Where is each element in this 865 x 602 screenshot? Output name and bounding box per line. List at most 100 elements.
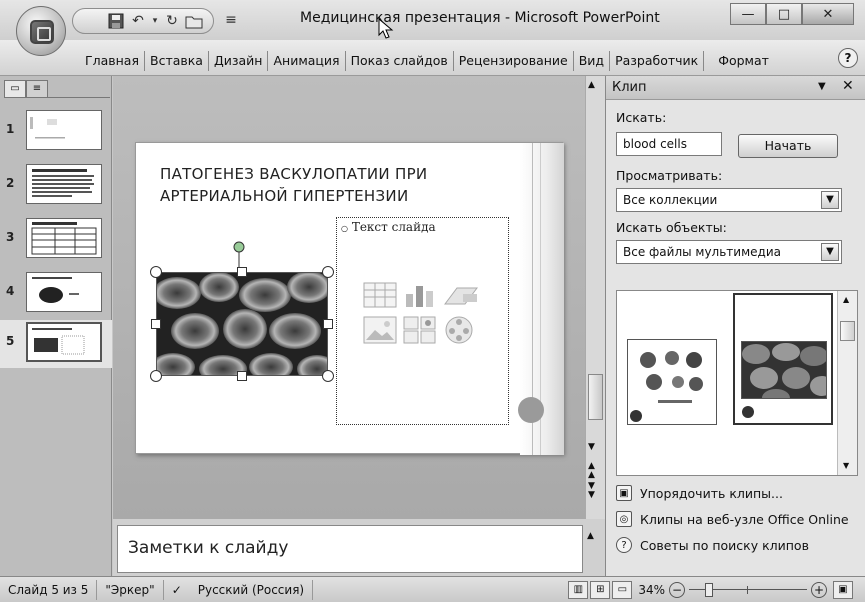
- zoom-slider[interactable]: [689, 582, 807, 598]
- help-icon[interactable]: ?: [838, 48, 858, 68]
- slide-scrollbar[interactable]: ▲ ▼ ▲ ▲ ▼ ▼: [585, 76, 605, 519]
- organize-clips-link[interactable]: ▣ Упорядочить клипы...: [616, 482, 783, 504]
- scroll-thumb[interactable]: [588, 374, 603, 420]
- outline-tab[interactable]: ≡: [26, 80, 48, 98]
- minimize-icon: —: [741, 6, 755, 22]
- next-slide-icon[interactable]: ▼ ▼: [588, 482, 595, 500]
- open-folder-icon[interactable]: [185, 12, 203, 30]
- resize-handle[interactable]: [151, 319, 161, 329]
- slide-thumbnail[interactable]: [26, 164, 102, 204]
- office-button[interactable]: [16, 6, 66, 56]
- slide-title[interactable]: Патогенез васкулопатии при артериальной …: [160, 163, 460, 207]
- fit-to-window-icon[interactable]: ▣: [833, 580, 853, 599]
- zoom-level[interactable]: 34%: [634, 583, 669, 597]
- types-label: Искать объекты:: [616, 220, 727, 235]
- undo-icon[interactable]: ↶: [129, 12, 147, 30]
- resize-handle[interactable]: [322, 370, 334, 382]
- clip-result-item-selected[interactable]: [733, 293, 833, 425]
- tab-view[interactable]: Вид: [574, 51, 611, 71]
- quick-access-toolbar: ↶ ▾ ↻: [72, 8, 214, 34]
- tab-insert[interactable]: Вставка: [145, 51, 209, 71]
- search-tips-link[interactable]: ? Советы по поиску клипов: [616, 534, 809, 556]
- scroll-down-icon[interactable]: ▼: [588, 442, 595, 452]
- slide-thumbnail[interactable]: [26, 110, 102, 150]
- resize-handle[interactable]: [150, 266, 162, 278]
- chevron-down-icon[interactable]: ▼: [821, 191, 839, 209]
- slide[interactable]: Патогенез васкулопатии при артериальной …: [135, 142, 564, 455]
- insert-picture-icon[interactable]: [363, 316, 397, 344]
- language-indicator[interactable]: Русский (Россия): [190, 579, 314, 600]
- media-types-value: Все файлы мультимедиа: [623, 245, 781, 259]
- minimize-button[interactable]: —: [730, 3, 766, 25]
- slide-thumb-row[interactable]: 1: [0, 108, 112, 154]
- undo-dropdown-icon[interactable]: ▾: [151, 12, 159, 30]
- office-online-link[interactable]: ◎ Клипы на веб-узле Office Online: [616, 508, 849, 530]
- placeholder-text: Текст слайда: [351, 220, 436, 234]
- slides-tab[interactable]: ▭: [4, 80, 26, 98]
- slide-counter: Слайд 5 из 5: [0, 579, 98, 600]
- search-tips-label: Советы по поиску клипов: [640, 537, 809, 553]
- maximize-button[interactable]: □: [766, 3, 802, 25]
- chevron-down-icon[interactable]: ▼: [821, 243, 839, 261]
- blood-cells-image[interactable]: [156, 272, 328, 376]
- resize-handle[interactable]: [150, 370, 162, 382]
- search-button[interactable]: Начать: [738, 134, 838, 158]
- tab-animation[interactable]: Анимация: [268, 51, 346, 71]
- results-scrollbar[interactable]: ▲ ▼: [837, 291, 857, 475]
- content-placeholder[interactable]: ○ Текст слайда: [336, 217, 509, 425]
- resize-handle[interactable]: [323, 319, 333, 329]
- normal-view-icon[interactable]: ▥: [568, 580, 589, 599]
- tab-design[interactable]: Дизайн: [209, 51, 269, 71]
- close-button[interactable]: ✕: [802, 3, 854, 25]
- scroll-up-icon[interactable]: ▲: [843, 295, 849, 304]
- customize-qat-icon[interactable]: ≡: [222, 11, 240, 29]
- slide-thumbnail[interactable]: [26, 218, 102, 258]
- organize-clips-label: Упорядочить клипы...: [640, 485, 783, 501]
- scroll-down-icon[interactable]: ▼: [843, 461, 849, 470]
- insert-chart-icon[interactable]: [403, 282, 437, 308]
- slide-thumb-row[interactable]: 3: [0, 216, 112, 262]
- redo-icon[interactable]: ↻: [163, 12, 181, 30]
- scroll-thumb[interactable]: [840, 321, 855, 341]
- tab-slideshow[interactable]: Показ слайдов: [346, 51, 454, 71]
- pane-close-icon[interactable]: ✕: [842, 78, 854, 94]
- pane-options-icon[interactable]: ▼: [818, 81, 826, 92]
- collections-select[interactable]: Все коллекции ▼: [616, 188, 842, 212]
- pane-title: Клип: [612, 80, 647, 95]
- save-icon[interactable]: [107, 12, 125, 30]
- previous-slide-icon[interactable]: ▲ ▲: [588, 462, 595, 480]
- insert-table-icon[interactable]: [363, 282, 397, 308]
- slideshow-view-icon[interactable]: ▭: [612, 580, 633, 599]
- zoom-slider-thumb[interactable]: [705, 582, 713, 597]
- slide-number: 3: [6, 230, 15, 244]
- clip-media-icon: [742, 406, 754, 418]
- insert-media-icon[interactable]: [443, 314, 475, 346]
- tab-review[interactable]: Рецензирование: [454, 51, 574, 71]
- tab-format[interactable]: Формат: [704, 51, 774, 71]
- notes-input[interactable]: Заметки к слайду: [117, 525, 583, 573]
- slide-thumbnail[interactable]: [26, 272, 102, 312]
- insert-clipart-icon[interactable]: [403, 316, 437, 344]
- notes-scroll-up-icon[interactable]: ▲: [587, 531, 594, 541]
- mouse-cursor-icon: [378, 18, 394, 39]
- slide-thumbnail[interactable]: [26, 322, 102, 362]
- scroll-up-icon[interactable]: ▲: [588, 80, 595, 90]
- search-input[interactable]: blood cells: [616, 132, 722, 156]
- media-types-select[interactable]: Все файлы мультимедиа ▼: [616, 240, 842, 264]
- spellcheck-icon[interactable]: ✓: [164, 580, 190, 600]
- zoom-out-icon[interactable]: −: [669, 581, 685, 598]
- tab-home[interactable]: Главная: [80, 51, 145, 71]
- slides-panel: ▭ ≡ 1 2 3 4 5: [0, 76, 112, 576]
- slide-thumb-row[interactable]: 2: [0, 162, 112, 208]
- slide-thumb-row[interactable]: 4: [0, 270, 112, 316]
- slide-thumb-row-selected[interactable]: 5: [0, 320, 112, 368]
- tab-developer[interactable]: Разработчик: [610, 51, 705, 71]
- clip-result-item[interactable]: [627, 339, 717, 425]
- insert-smartart-icon[interactable]: [443, 282, 479, 308]
- sorter-view-icon[interactable]: ⊞: [590, 580, 611, 599]
- resize-handle[interactable]: [237, 267, 247, 277]
- resize-handle[interactable]: [322, 266, 334, 278]
- office-logo-icon: [30, 20, 54, 44]
- zoom-in-icon[interactable]: +: [811, 581, 827, 598]
- resize-handle[interactable]: [237, 371, 247, 381]
